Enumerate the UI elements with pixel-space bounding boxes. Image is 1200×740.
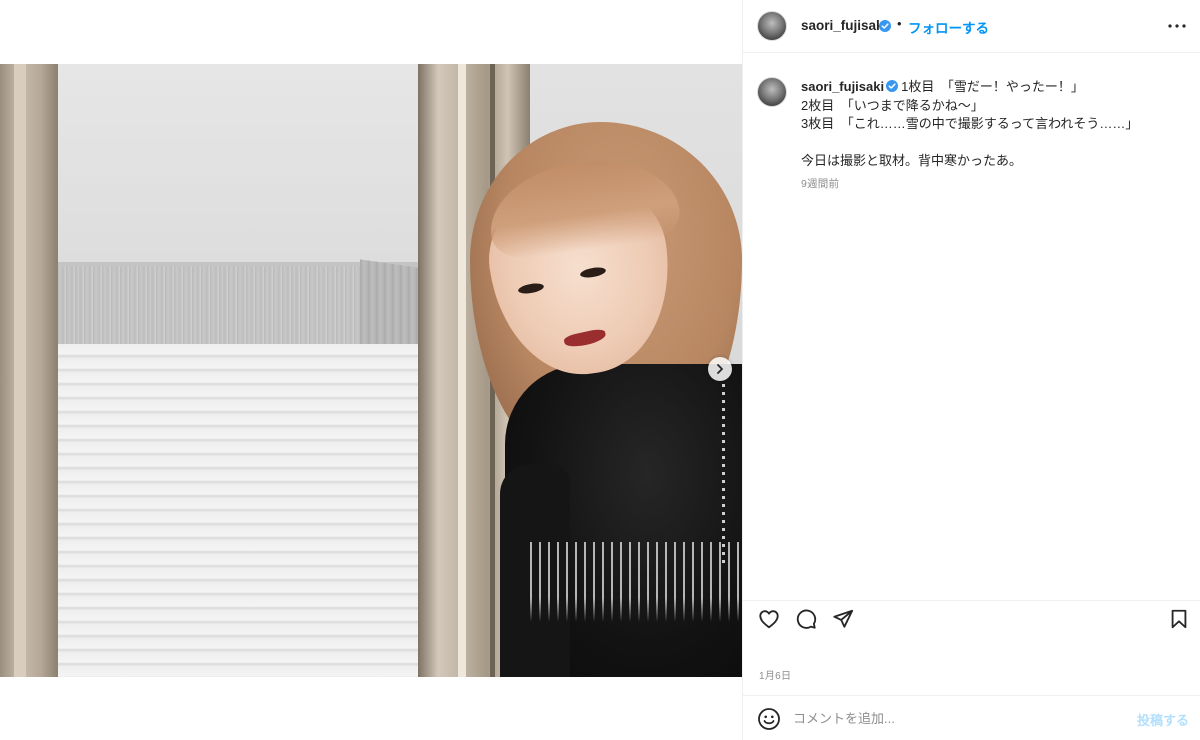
emoji-button[interactable]: [757, 707, 781, 731]
comment-input[interactable]: [793, 706, 1123, 730]
post-comment-button[interactable]: 投稿する: [1137, 710, 1189, 729]
post-photo[interactable]: [0, 64, 742, 677]
more-horizontal-icon: [1168, 24, 1186, 28]
comment-button[interactable]: [793, 606, 819, 632]
paper-plane-icon: [833, 609, 854, 628]
like-button[interactable]: [756, 606, 782, 632]
caption-time-ago[interactable]: 9週間前: [801, 176, 839, 191]
post-date[interactable]: 1月6日: [759, 667, 791, 682]
post-actions: [743, 600, 1200, 640]
photo-embellishment-fringe: [530, 542, 742, 622]
media-pane: [0, 0, 742, 740]
carousel-next-button[interactable]: [708, 357, 732, 381]
photo-door-frame-highlight: [458, 64, 466, 677]
smiley-icon: [758, 708, 780, 730]
caption-line-1: saori_fujisaki 1枚目 「雪だー！やったー！」: [801, 78, 1181, 97]
heart-icon: [759, 610, 779, 629]
post-caption: saori_fujisaki 1枚目 「雪だー！やったー！」 2枚目 「いつまで降…: [801, 78, 1181, 170]
avatar[interactable]: [757, 11, 787, 41]
caption-line-4: 今日は撮影と取材。背中寒かったあ。: [801, 152, 1023, 168]
caption-line-2: 2枚目 「いつまで降るかね〜」: [801, 97, 984, 113]
caption-line-3: 3枚目 「これ……雪の中で撮影するって言われそう……」: [801, 116, 1139, 131]
header-separator: •: [897, 16, 902, 31]
comment-bar: 投稿する: [743, 695, 1200, 740]
post-side-panel: saori_fujisaki • フォローする saori_fujisaki 1枚…: [742, 0, 1200, 740]
share-button[interactable]: [830, 606, 856, 632]
chevron-right-icon: [717, 364, 723, 374]
photo-snow-floor: [30, 344, 430, 677]
photo-door-frame-left: [0, 64, 58, 677]
header-username[interactable]: saori_fujisaki: [801, 18, 887, 33]
photo-door-frame-left-inner: [14, 64, 26, 677]
photo-embellishment-line: [722, 384, 725, 564]
caption-username[interactable]: saori_fujisaki: [801, 79, 884, 94]
post-header: saori_fujisaki • フォローする: [743, 0, 1200, 53]
verified-badge-icon: [886, 80, 899, 92]
save-button[interactable]: [1166, 606, 1192, 632]
caption-avatar[interactable]: [757, 77, 787, 107]
bookmark-icon: [1171, 609, 1187, 629]
more-options-button[interactable]: [1165, 16, 1189, 36]
follow-button[interactable]: フォローする: [908, 17, 989, 37]
verified-badge-icon: [879, 20, 891, 32]
comment-icon: [796, 609, 817, 629]
caption-text: 1枚目 「雪だー！やったー！」: [901, 79, 1084, 94]
